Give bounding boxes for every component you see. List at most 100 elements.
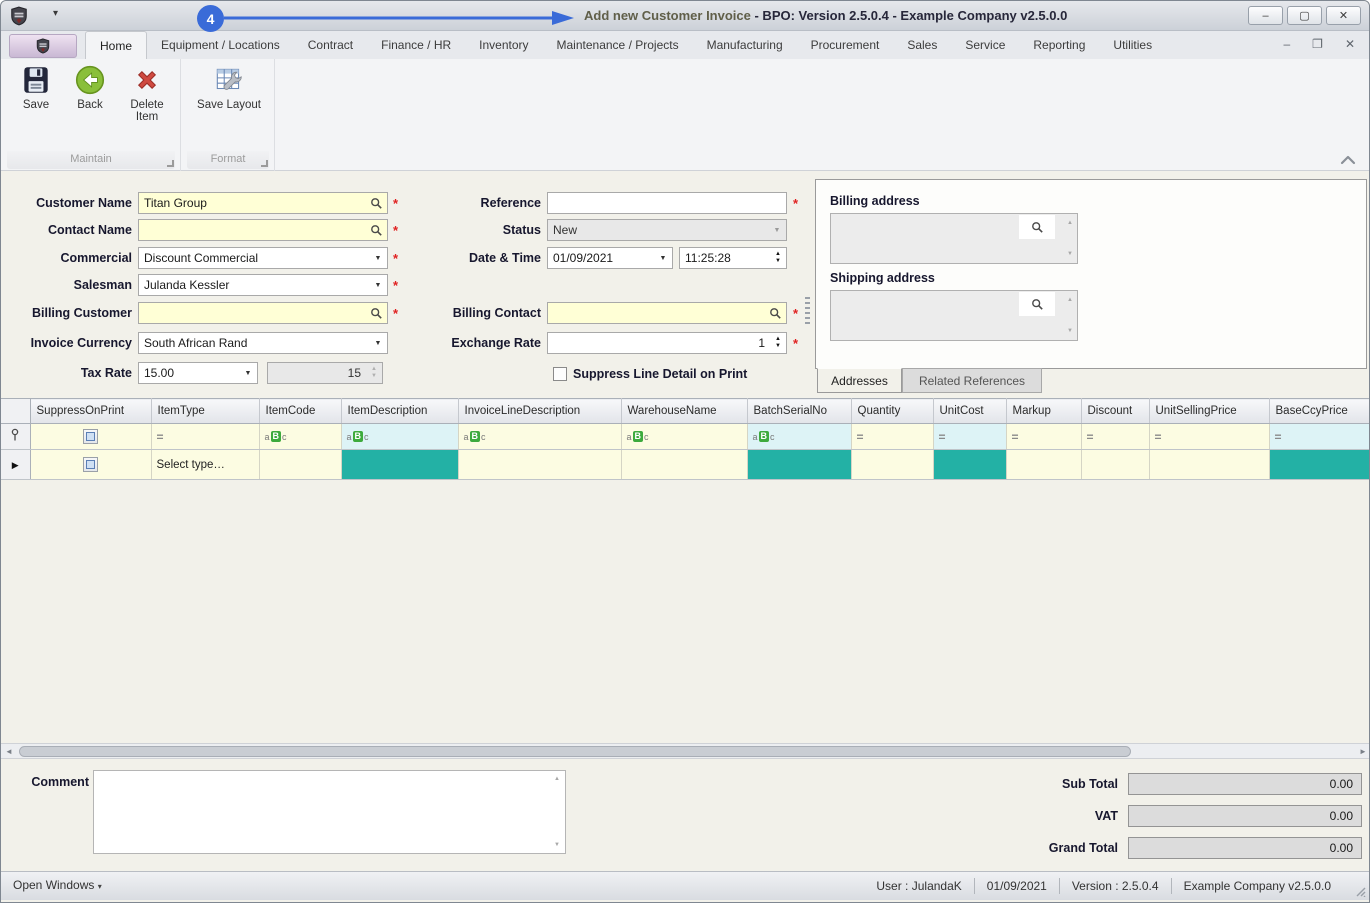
tab-reporting[interactable]: Reporting [1019,31,1099,59]
column-header-itemdescription[interactable]: ItemDescription [341,398,459,424]
scroll-left-icon[interactable]: ◄ [1,744,17,758]
filter-quantity[interactable]: = [851,423,934,450]
format-dialog-launcher-icon[interactable] [261,160,268,167]
time-field[interactable]: 11:25:28 ▲ ▼ [679,247,787,269]
column-header-unitcost[interactable]: UnitCost [933,398,1007,424]
filter-itemcode[interactable]: aBc [259,423,342,450]
comment-scroll-up-icon[interactable]: ▲ [554,776,560,782]
shipping-address-scroll-up-icon[interactable]: ▲ [1067,297,1073,303]
time-spinner-icons[interactable]: ▲ ▼ [770,248,786,268]
column-header-invoicelinedescription[interactable]: InvoiceLineDescription [458,398,622,424]
horizontal-scrollbar[interactable]: ◄ ► [1,743,1369,759]
open-windows-dropdown[interactable]: Open Windows ▾ [13,878,102,892]
filter-discount[interactable]: = [1081,423,1150,450]
customer-name-field[interactable]: Titan Group [138,192,388,214]
cell-markup[interactable] [1006,449,1082,480]
tab-contract[interactable]: Contract [294,31,367,59]
filter-batchserialno[interactable]: aBc [747,423,852,450]
cell-unitsellingprice[interactable] [1149,449,1270,480]
shipping-address-search-icon[interactable] [1019,292,1055,316]
maximize-button[interactable]: ▢ [1287,6,1322,25]
contact-name-search-icon[interactable] [365,220,387,240]
tab-maintenance-projects[interactable]: Maintenance / Projects [543,31,693,59]
billing-contact-search-icon[interactable] [764,303,786,323]
filter-itemdescription[interactable]: aBc [341,423,459,450]
billing-customer-search-icon[interactable] [365,303,387,323]
tab-equipment-locations[interactable]: Equipment / Locations [147,31,294,59]
column-header-itemcode[interactable]: ItemCode [259,398,342,424]
cell-itemcode[interactable] [259,449,342,480]
application-menu-button[interactable] [9,34,77,58]
mdi-close-icon[interactable]: ✕ [1345,37,1355,51]
cell-unitcost[interactable] [933,449,1007,480]
splitter-handle[interactable] [805,297,810,327]
filter-itemtype[interactable]: = [151,423,260,450]
collapse-ribbon-chevron-icon[interactable] [1339,153,1357,165]
column-header-itemtype[interactable]: ItemType [151,398,260,424]
cell-itemtype[interactable]: Select type… [151,449,260,480]
save-button[interactable]: Save [13,63,59,111]
quick-access-caret-icon[interactable]: ▾ [53,8,58,19]
tab-utilities[interactable]: Utilities [1099,31,1166,59]
tab-manufacturing[interactable]: Manufacturing [693,31,797,59]
date-field[interactable]: 01/09/2021 ▼ [547,247,673,269]
cell-itemdescription[interactable] [341,449,459,480]
customer-name-search-icon[interactable] [365,193,387,213]
tax-rate-dropdown[interactable]: 15.00 ▼ [138,362,258,384]
scrollbar-thumb[interactable] [19,746,1131,757]
tab-service[interactable]: Service [951,31,1019,59]
cell-quantity[interactable] [851,449,934,480]
reference-field[interactable] [547,192,787,214]
cell-warehousename[interactable] [621,449,748,480]
billing-address-scroll-down-icon[interactable]: ▼ [1067,251,1073,257]
column-header-batchserialno[interactable]: BatchSerialNo [747,398,852,424]
scroll-right-icon[interactable]: ► [1355,744,1369,758]
minimize-button[interactable]: – [1248,6,1283,25]
column-header-suppressonprint[interactable]: SuppressOnPrint [30,398,152,424]
billing-customer-field[interactable] [138,302,388,324]
comment-textarea[interactable]: ▲ ▼ [93,770,566,854]
maintain-dialog-launcher-icon[interactable] [167,160,174,167]
cell-discount[interactable] [1081,449,1150,480]
billing-contact-field[interactable] [547,302,787,324]
mdi-restore-icon[interactable]: ❐ [1312,37,1323,51]
salesman-dropdown[interactable]: Julanda Kessler ▼ [138,274,388,296]
exchange-rate-spinner-icons[interactable]: ▲ ▼ [770,333,786,353]
billing-address-search-icon[interactable] [1019,215,1055,239]
filter-warehousename[interactable]: aBc [621,423,748,450]
tab-related-references[interactable]: Related References [902,368,1042,393]
contact-name-field[interactable] [138,219,388,241]
column-header-discount[interactable]: Discount [1081,398,1150,424]
billing-address-scroll-up-icon[interactable]: ▲ [1067,220,1073,226]
cell-invoicelinedescription[interactable] [458,449,622,480]
back-button[interactable]: Back [67,63,113,111]
delete-item-button[interactable]: Delete Item [121,63,173,123]
cell-suppressonprint[interactable] [30,449,152,480]
billing-address-memo[interactable]: ▲ ▼ [830,213,1078,264]
column-header-unitsellingprice[interactable]: UnitSellingPrice [1149,398,1270,424]
filter-invoicelinedescription[interactable]: aBc [458,423,622,450]
tab-sales[interactable]: Sales [893,31,951,59]
filter-baseccyprice[interactable]: = [1269,423,1369,450]
filter-unitcost[interactable]: = [933,423,1007,450]
column-header-markup[interactable]: Markup [1006,398,1082,424]
shipping-address-memo[interactable]: ▲ ▼ [830,290,1078,341]
exchange-rate-field[interactable]: 1 ▲ ▼ [547,332,787,354]
commercial-dropdown[interactable]: Discount Commercial ▼ [138,247,388,269]
invoice-currency-dropdown[interactable]: South African Rand ▼ [138,332,388,354]
column-header-warehousename[interactable]: WarehouseName [621,398,748,424]
mdi-minimize-icon[interactable]: – [1283,37,1290,51]
filter-suppressonprint[interactable] [30,423,152,450]
shipping-address-scroll-down-icon[interactable]: ▼ [1067,328,1073,334]
save-layout-button[interactable]: Save Layout [189,63,269,111]
cell-baseccyprice[interactable] [1269,449,1369,480]
suppress-line-detail-checkbox[interactable] [553,367,567,381]
filter-markup[interactable]: = [1006,423,1082,450]
tab-procurement[interactable]: Procurement [797,31,894,59]
filter-unitsellingprice[interactable]: = [1149,423,1270,450]
tab-addresses[interactable]: Addresses [817,368,902,393]
close-button[interactable]: ✕ [1326,6,1361,25]
tab-home[interactable]: Home [85,31,148,59]
comment-scroll-down-icon[interactable]: ▼ [554,842,560,848]
resize-grip-icon[interactable] [1354,885,1366,897]
